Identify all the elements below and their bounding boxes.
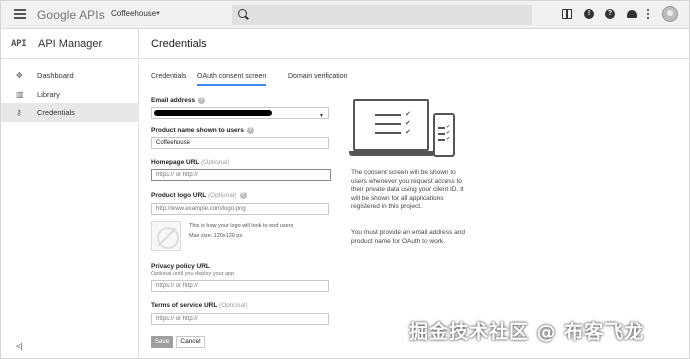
- help-icon[interactable]: ?: [605, 9, 615, 19]
- sidebar-item-label: Library: [37, 90, 60, 99]
- terms-of-service-label: Terms of service URL (Optional): [151, 302, 248, 309]
- redacted-email: [154, 110, 272, 116]
- gift-icon[interactable]: [562, 9, 572, 19]
- sidebar-title: API Manager: [38, 38, 103, 50]
- tab-domain-verification[interactable]: Domain verification: [288, 73, 348, 84]
- dashboard-icon: ✥: [16, 71, 23, 80]
- logo-hint: This is how your logo will look to end u…: [189, 223, 294, 229]
- consent-description: The consent screen will be shown to user…: [351, 169, 464, 210]
- logo-preview-placeholder: [151, 221, 181, 251]
- logo-size-hint: Max size: 120x120 px: [189, 233, 243, 239]
- notifications-icon[interactable]: [627, 10, 637, 18]
- privacy-policy-label: Privacy policy URL: [151, 263, 210, 270]
- main-content: Credentials Credentials OAuth consent sc…: [139, 29, 689, 358]
- product-logo-url-field[interactable]: http://www.example.com/logo.png: [151, 203, 329, 215]
- app-window: Google APIs Coffeehouse ▼ ! ? API API Ma…: [0, 0, 690, 359]
- phone-illustration: ✔ ✔ ✔: [433, 113, 455, 157]
- help-icon[interactable]: ?: [246, 127, 254, 134]
- homepage-label: Homepage URL (Optional): [151, 159, 230, 166]
- api-logo: API: [11, 39, 27, 49]
- privacy-policy-note: Optional until you deploy your app: [151, 271, 235, 277]
- sidebar-item-dashboard[interactable]: ✥ Dashboard: [1, 66, 139, 85]
- tab-oauth-consent-screen[interactable]: OAuth consent screen: [197, 73, 267, 86]
- page-title: Credentials: [151, 38, 207, 50]
- google-apis-logo[interactable]: Google APIs: [37, 8, 105, 22]
- sidebar-item-label: Credentials: [37, 108, 75, 117]
- menu-icon[interactable]: [14, 9, 26, 19]
- avatar[interactable]: [662, 6, 678, 22]
- sidebar: API API Manager ✥ Dashboard ▥ Library ⚷ …: [1, 29, 139, 358]
- sidebar-item-library[interactable]: ▥ Library: [1, 85, 139, 104]
- top-bar: Google APIs Coffeehouse ▼ ! ?: [1, 1, 689, 29]
- watermark: 掘金技术社区 @ 布客飞龙: [409, 321, 645, 343]
- library-icon: ▥: [16, 90, 24, 99]
- key-icon: ⚷: [16, 108, 22, 117]
- dropdown-caret-icon[interactable]: ▼: [155, 11, 161, 17]
- product-logo-label: Product logo URL (Optional)?: [151, 192, 247, 200]
- save-button[interactable]: Save: [151, 336, 173, 348]
- chevron-down-icon: ▼: [319, 113, 324, 119]
- sidebar-item-credentials[interactable]: ⚷ Credentials: [1, 103, 139, 122]
- email-label: Email address?: [151, 97, 206, 105]
- alert-icon[interactable]: !: [584, 9, 594, 19]
- sidebar-item-label: Dashboard: [37, 71, 74, 80]
- project-selector[interactable]: Coffeehouse: [111, 9, 156, 18]
- product-name-field[interactable]: Coffeehouse: [151, 137, 329, 149]
- sidebar-header: API API Manager: [1, 29, 139, 59]
- search-bar[interactable]: [232, 5, 532, 25]
- cancel-button[interactable]: Cancel: [176, 336, 205, 348]
- homepage-url-field[interactable]: https:// or http://: [151, 169, 331, 181]
- page-header: Credentials: [139, 29, 689, 59]
- terms-of-service-url-field[interactable]: https:// or http://: [151, 313, 329, 325]
- product-name-label: Product name shown to users?: [151, 127, 254, 135]
- help-icon[interactable]: ?: [198, 97, 206, 104]
- email-select[interactable]: ▼: [151, 107, 329, 119]
- laptop-illustration: ✔ ✔ ✔: [353, 99, 429, 151]
- search-icon: [238, 9, 247, 18]
- consent-requirement: You must provide an email address and pr…: [351, 229, 465, 245]
- more-icon[interactable]: [647, 9, 650, 19]
- consent-illustration: ✔ ✔ ✔ ✔ ✔ ✔: [349, 99, 473, 177]
- privacy-policy-url-field[interactable]: https:// or http://: [151, 280, 329, 292]
- help-icon[interactable]: ?: [239, 192, 247, 199]
- collapse-sidebar-button[interactable]: <|: [16, 342, 23, 351]
- tab-credentials[interactable]: Credentials: [151, 73, 186, 84]
